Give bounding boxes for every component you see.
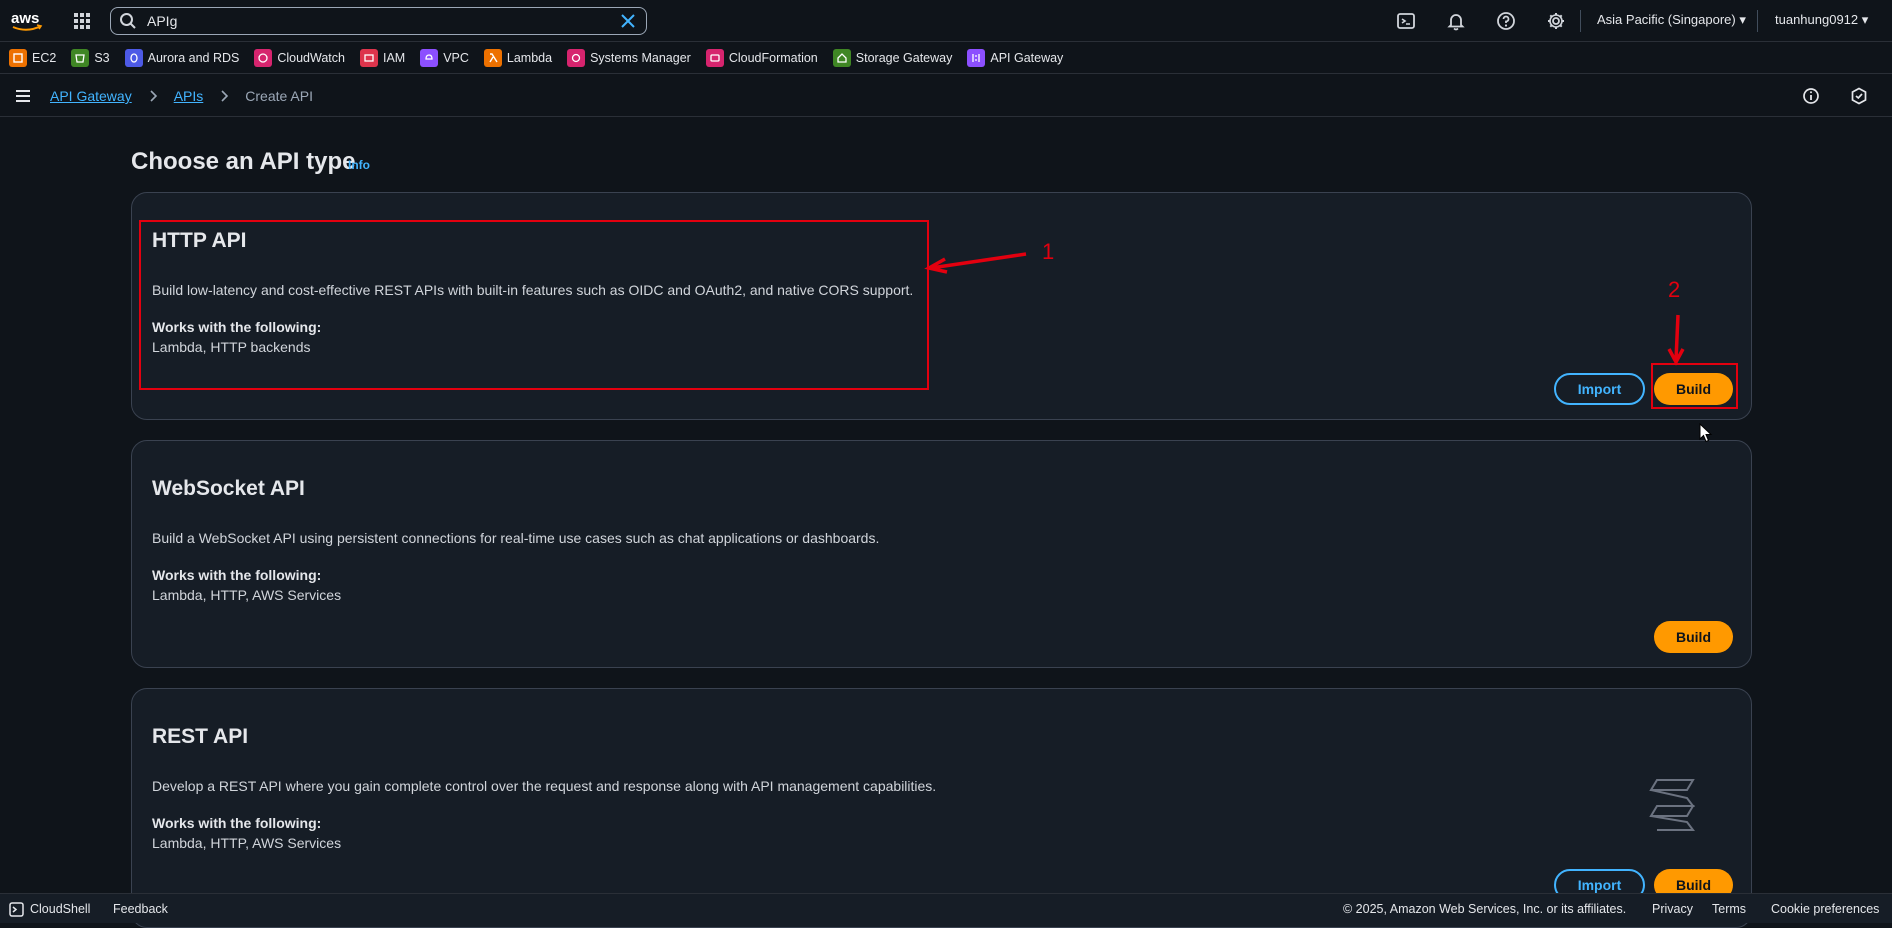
favorite-label: API Gateway	[990, 50, 1064, 65]
cloudshell-icon	[9, 902, 24, 917]
ec2-icon	[9, 48, 27, 67]
favorite-ec2[interactable]: EC2	[9, 42, 56, 74]
footer-terms-link[interactable]: Terms	[1712, 902, 1746, 916]
rds-icon	[124, 48, 143, 67]
card-description: Build low-latency and cost-effective RES…	[152, 282, 914, 298]
footer-cloudshell-link[interactable]: CloudShell	[30, 902, 90, 916]
card-title: HTTP API	[152, 229, 247, 252]
rest-api-illustration-icon	[1649, 779, 1695, 831]
breadcrumb: API Gateway APIs Create API	[50, 88, 313, 104]
favorite-label: Storage Gateway	[855, 50, 953, 65]
favorite-label: Aurora and RDS	[147, 50, 240, 65]
nav-divider	[1580, 10, 1581, 32]
lambda-icon	[483, 48, 502, 67]
footer: CloudShell Feedback © 2025, Amazon Web S…	[0, 893, 1892, 923]
search-icon	[120, 13, 136, 29]
breadcrumb-bar: API Gateway APIs Create API	[0, 75, 1892, 117]
works-with-label: Works with the following:	[152, 319, 322, 335]
annotation-number-2: 2	[1668, 277, 1681, 302]
storage-gateway-icon	[832, 48, 851, 67]
footer-cookie-preferences-link[interactable]: Cookie preferences	[1771, 902, 1879, 916]
favorites-bar: EC2 S3 Aurora and RDS CloudWatch IAM VPC	[0, 42, 1892, 74]
works-with-value: Lambda, HTTP backends	[152, 339, 311, 355]
card-description: Build a WebSocket API using persistent c…	[152, 530, 880, 546]
footer-privacy-link[interactable]: Privacy	[1652, 902, 1693, 916]
breadcrumb-apis[interactable]: APIs	[174, 88, 204, 104]
favorite-label: CloudWatch	[277, 50, 345, 65]
favorite-label: Lambda	[506, 50, 553, 65]
annotation-number-1: 1	[1042, 239, 1055, 264]
rest-api-card: REST API Develop a REST API where you ga…	[131, 688, 1752, 928]
works-with-label: Works with the following:	[152, 567, 322, 583]
http-build-button[interactable]: Build	[1654, 373, 1733, 405]
works-with-value: Lambda, HTTP, AWS Services	[152, 587, 342, 603]
top-navigation: aws Asia Pacific	[0, 0, 1892, 42]
search-box	[110, 7, 647, 35]
cloudwatch-icon	[254, 48, 273, 67]
services-grid-icon[interactable]	[72, 11, 92, 31]
nav-divider	[1757, 10, 1758, 32]
footer-copyright: © 2025, Amazon Web Services, Inc. or its…	[1343, 902, 1627, 916]
favorite-label: IAM	[382, 50, 406, 65]
favorite-cloudwatch[interactable]: CloudWatch	[254, 42, 345, 74]
chevron-right-icon	[221, 90, 229, 102]
info-link[interactable]: Info	[348, 158, 370, 172]
account-menu[interactable]: tuanhung0912 ▾	[1775, 12, 1868, 28]
card-description: Develop a REST API where you gain comple…	[152, 778, 937, 794]
info-panel-icon[interactable]	[1802, 87, 1820, 105]
iam-icon	[359, 48, 378, 67]
menu-hamburger-icon[interactable]	[14, 87, 32, 105]
card-title: REST API	[152, 725, 249, 748]
vpc-icon	[420, 48, 439, 67]
breadcrumb-api-gateway[interactable]: API Gateway	[50, 88, 132, 104]
region-selector[interactable]: Asia Pacific (Singapore) ▾	[1597, 12, 1746, 28]
works-with-label: Works with the following:	[152, 815, 322, 831]
page-title: Choose an API type	[131, 148, 356, 175]
favorite-api-gateway[interactable]: API Gateway	[967, 42, 1063, 74]
works-with-value: Lambda, HTTP, AWS Services	[152, 835, 342, 851]
websocket-build-button[interactable]: Build	[1654, 621, 1733, 653]
favorite-s3[interactable]: S3	[71, 42, 110, 74]
favorite-label: CloudFormation	[728, 50, 818, 65]
aws-logo-icon[interactable]: aws	[10, 8, 44, 34]
favorite-label: S3	[94, 50, 110, 65]
cloudformation-icon	[705, 48, 724, 67]
systems-manager-icon	[567, 48, 586, 67]
favorite-label: Systems Manager	[590, 50, 691, 65]
cloudshell-icon[interactable]	[1396, 11, 1416, 31]
favorite-cloudformation[interactable]: CloudFormation	[705, 42, 818, 74]
favorite-storage-gateway[interactable]: Storage Gateway	[832, 42, 953, 74]
security-shield-icon[interactable]	[1850, 87, 1868, 105]
footer-feedback-link[interactable]: Feedback	[113, 902, 168, 916]
chevron-right-icon	[150, 90, 157, 102]
favorite-systems-manager[interactable]: Systems Manager	[567, 42, 691, 74]
websocket-api-card: WebSocket API Build a WebSocket API usin…	[131, 440, 1752, 668]
favorite-label: EC2	[32, 50, 57, 65]
favorite-lambda[interactable]: Lambda	[483, 42, 553, 74]
favorite-aurora-rds[interactable]: Aurora and RDS	[124, 42, 240, 74]
clear-search-icon[interactable]	[620, 13, 636, 29]
help-icon[interactable]	[1496, 11, 1516, 31]
http-import-button[interactable]: Import	[1554, 373, 1645, 405]
s3-icon	[71, 48, 90, 67]
mouse-cursor-icon	[1699, 423, 1713, 443]
svg-text:aws: aws	[11, 10, 39, 27]
favorite-vpc[interactable]: VPC	[420, 42, 469, 74]
http-api-card: HTTP API Build low-latency and cost-effe…	[131, 192, 1752, 420]
notifications-bell-icon[interactable]	[1446, 11, 1466, 31]
card-title: WebSocket API	[152, 477, 305, 500]
settings-gear-icon[interactable]	[1546, 11, 1566, 31]
breadcrumb-current: Create API	[245, 88, 313, 104]
favorite-label: VPC	[443, 50, 469, 65]
favorite-iam[interactable]: IAM	[359, 42, 406, 74]
api-gateway-icon	[967, 48, 986, 67]
search-input[interactable]	[147, 13, 620, 29]
